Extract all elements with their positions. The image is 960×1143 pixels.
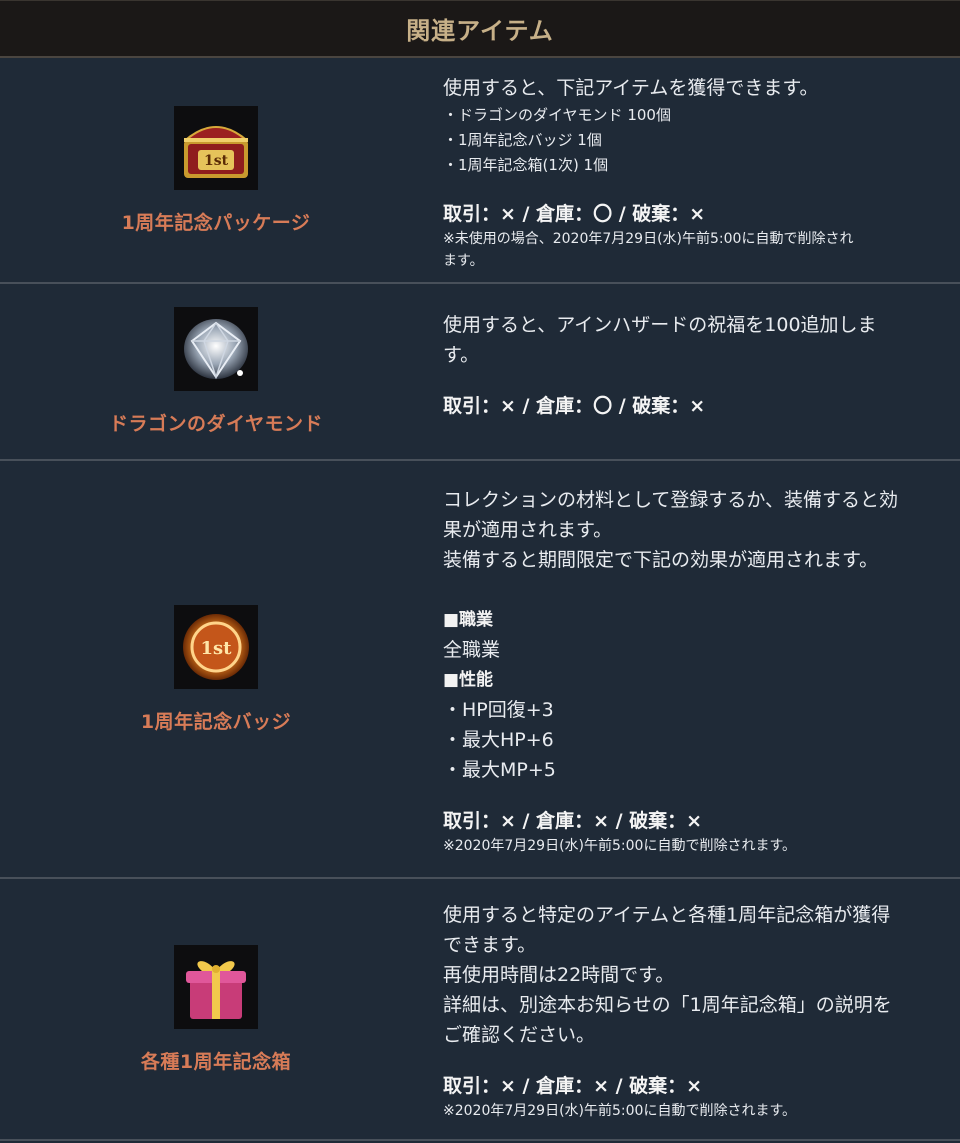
expiry-note-cont: ます。 [443,252,484,269]
expiry-note: ※2020年7月29日(水)午前5:00に自動で削除されます。 [443,1103,797,1119]
performance-line: ・最大MP+5 [443,759,556,781]
item-row-dragon-diamond: ドラゴンのダイヤモンド 使用すると、アインハザードの祝福を100追加しま す。 … [0,284,960,461]
trade-restrictions: 取引：× / 倉庫：× / 破棄：× [443,1075,703,1097]
contents-line: ・1周年記念箱(1次) 1個 [443,155,609,174]
item-name: 1周年記念バッジ [140,710,292,733]
item-name: 各種1周年記念箱 [140,1050,292,1073]
item-row-anniversary-badge: 1st 1周年記念バッジ コレクションの材料として登録するか、装備すると効 果が… [0,461,960,879]
section-header: 関連アイテム [0,0,960,58]
item-details: 使用すると特定のアイテムと各種1周年記念箱が獲得 できます。 再使用時間は22時… [432,879,960,1139]
item-details: コレクションの材料として登録するか、装備すると効 果が適用されます。 装備すると… [432,461,960,877]
reuse-time: 再使用時間は22時間です。 [443,964,675,986]
item-description: コレクションの材料として登録するか、装備すると効 [443,489,899,511]
item-description: 使用すると、下記アイテムを獲得できます。 [443,76,819,99]
diamond-icon [174,307,258,391]
trade-restrictions: 取引：× / 倉庫：× / 破棄：× [443,810,703,832]
treasure-chest-icon: 1st [174,105,258,190]
job-heading: ■職業 [443,610,494,630]
performance-line: ・最大HP+6 [443,729,554,751]
related-items-panel: 関連アイテム 1st 1周年記念パッケージ 使用すると、下記アイテムを獲得できま… [0,0,960,1143]
item-details: 使用すると、アインハザードの祝福を100追加しま す。 取引：× / 倉庫：〇 … [432,284,960,459]
expiry-note: ※2020年7月29日(水)午前5:00に自動で削除されます。 [443,838,797,854]
item-description-cont: 果が適用されます。 [443,519,613,541]
gift-box-icon [174,944,258,1029]
item-name: ドラゴンのダイヤモンド [109,413,323,435]
item-description-cont: す。 [443,344,480,366]
item-identity: 1st 1周年記念パッケージ [0,58,432,282]
contents-line: ・1周年記念バッジ 1個 [443,130,602,149]
expiry-note: ※未使用の場合、2020年7月29日(水)午前5:00に自動で削除され [443,230,854,247]
performance-line: ・HP回復+3 [443,699,554,721]
trade-restrictions: 取引：× / 倉庫：〇 / 破棄：× [443,395,706,417]
section-title: 関連アイテム [406,17,554,45]
item-name: 1周年記念パッケージ [121,211,311,234]
svg-text:1st: 1st [204,153,229,169]
item-identity: 1st 1周年記念バッジ [0,461,432,877]
item-row-anniversary-package: 1st 1周年記念パッケージ 使用すると、下記アイテムを獲得できます。 ・ドラゴ… [0,58,960,284]
performance-heading: ■性能 [443,670,494,690]
item-description-cont: できます。 [443,934,537,956]
job-value: 全職業 [443,639,501,661]
contents-line: ・ドラゴンのダイヤモンド 100個 [443,105,671,124]
badge-icon: 1st [174,604,258,689]
details-reference: 詳細は、別途本お知らせの「1周年記念箱」の説明を [443,994,892,1016]
item-identity: 各種1周年記念箱 [0,879,432,1139]
item-details: 使用すると、下記アイテムを獲得できます。 ・ドラゴンのダイヤモンド 100個 ・… [432,58,960,282]
details-reference-cont: ご確認ください。 [443,1024,596,1046]
item-description: 使用すると特定のアイテムと各種1周年記念箱が獲得 [443,904,891,926]
item-description-effect: 装備すると期間限定で下記の効果が適用されます。 [443,549,879,571]
svg-text:1st: 1st [201,638,233,659]
item-description: 使用すると、アインハザードの祝福を100追加しま [443,314,877,336]
trade-restrictions: 取引：× / 倉庫：〇 / 破棄：× [443,202,706,225]
item-row-anniversary-boxes: 各種1周年記念箱 使用すると特定のアイテムと各種1周年記念箱が獲得 できます。 … [0,879,960,1141]
item-identity: ドラゴンのダイヤモンド [0,284,432,459]
